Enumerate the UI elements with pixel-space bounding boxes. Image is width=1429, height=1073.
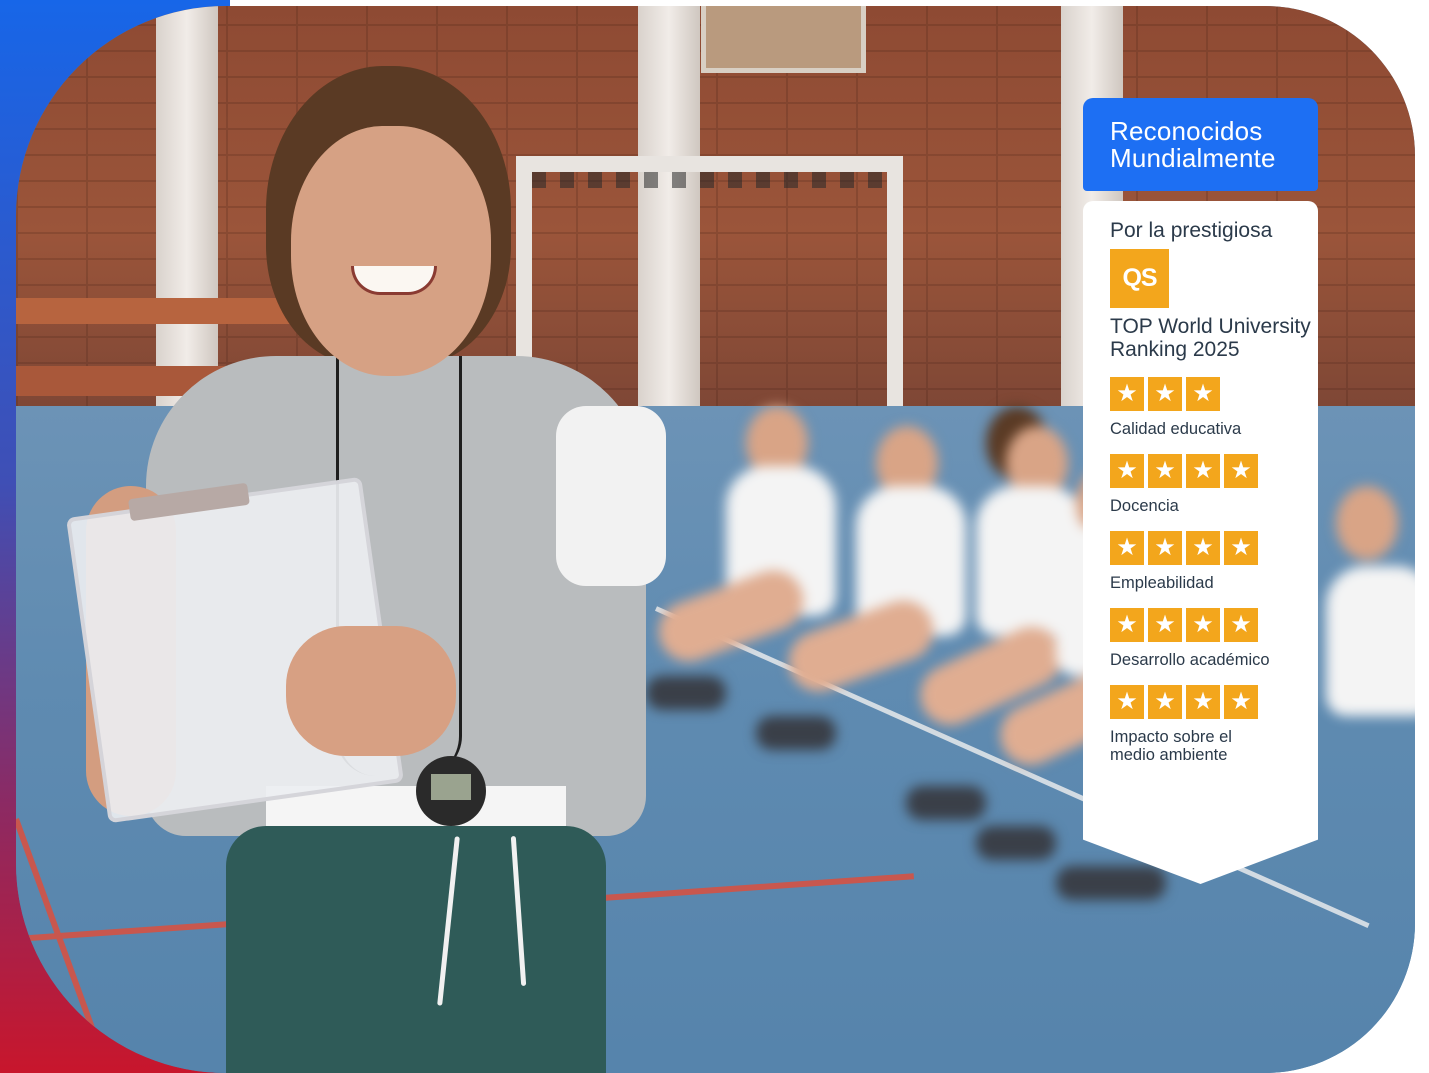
- star-icon: ★: [1186, 454, 1220, 488]
- badge-body: Por la prestigiosa QS TOP World Universi…: [1083, 201, 1318, 884]
- star-icon: ★: [1186, 685, 1220, 719]
- teacher-figure: [66, 66, 686, 1073]
- star-icon: ★: [1110, 377, 1144, 411]
- star-icon: ★: [1224, 454, 1258, 488]
- badge-ranking-text: TOP World University Ranking 2025: [1110, 315, 1311, 361]
- rating-stars: ★ ★ ★ ★: [1110, 454, 1318, 488]
- rating-label: Empleabilidad: [1110, 574, 1214, 592]
- star-icon: ★: [1110, 454, 1144, 488]
- star-icon: ★: [1110, 531, 1144, 565]
- star-icon: ★: [1110, 685, 1144, 719]
- rating-row: ★ ★ ★ Calidad educativa: [1110, 377, 1318, 438]
- star-icon: ★: [1224, 608, 1258, 642]
- rating-stars: ★ ★ ★ ★: [1110, 685, 1318, 719]
- rating-row: ★ ★ ★ ★ Impacto sobre el medio ambiente: [1110, 685, 1318, 764]
- rating-stars: ★ ★ ★: [1110, 377, 1318, 411]
- star-icon: ★: [1148, 685, 1182, 719]
- star-icon: ★: [1148, 531, 1182, 565]
- basketball-board: [701, 6, 866, 73]
- star-icon: ★: [1224, 531, 1258, 565]
- star-icon: ★: [1148, 454, 1182, 488]
- star-icon: ★: [1148, 608, 1182, 642]
- ratings-list: ★ ★ ★ Calidad educativa ★ ★ ★ ★ Docencia ★ ★ ★ ★ Empl…: [1110, 377, 1318, 764]
- star-icon: ★: [1224, 685, 1258, 719]
- rating-label: Calidad educativa: [1110, 420, 1242, 438]
- star-icon: ★: [1110, 608, 1144, 642]
- badge-intro: Por la prestigiosa: [1110, 219, 1273, 242]
- star-icon: ★: [1186, 377, 1220, 411]
- rating-label: Desarrollo académico: [1110, 651, 1270, 669]
- rating-stars: ★ ★ ★ ★: [1110, 608, 1318, 642]
- rating-stars: ★ ★ ★ ★: [1110, 531, 1318, 565]
- rating-row: ★ ★ ★ ★ Empleabilidad: [1110, 531, 1318, 592]
- qs-logo: QS: [1110, 249, 1169, 308]
- star-icon: ★: [1186, 531, 1220, 565]
- rating-label: Impacto sobre el medio ambiente: [1110, 728, 1232, 764]
- badge-header: Reconocidos Mundialmente: [1083, 98, 1318, 191]
- ranking-badge: Reconocidos Mundialmente Por la prestigi…: [1083, 98, 1318, 884]
- star-icon: ★: [1186, 608, 1220, 642]
- rating-label: Docencia: [1110, 497, 1179, 515]
- rating-row: ★ ★ ★ ★ Docencia: [1110, 454, 1318, 515]
- rating-row: ★ ★ ★ ★ Desarrollo académico: [1110, 608, 1318, 669]
- star-icon: ★: [1148, 377, 1182, 411]
